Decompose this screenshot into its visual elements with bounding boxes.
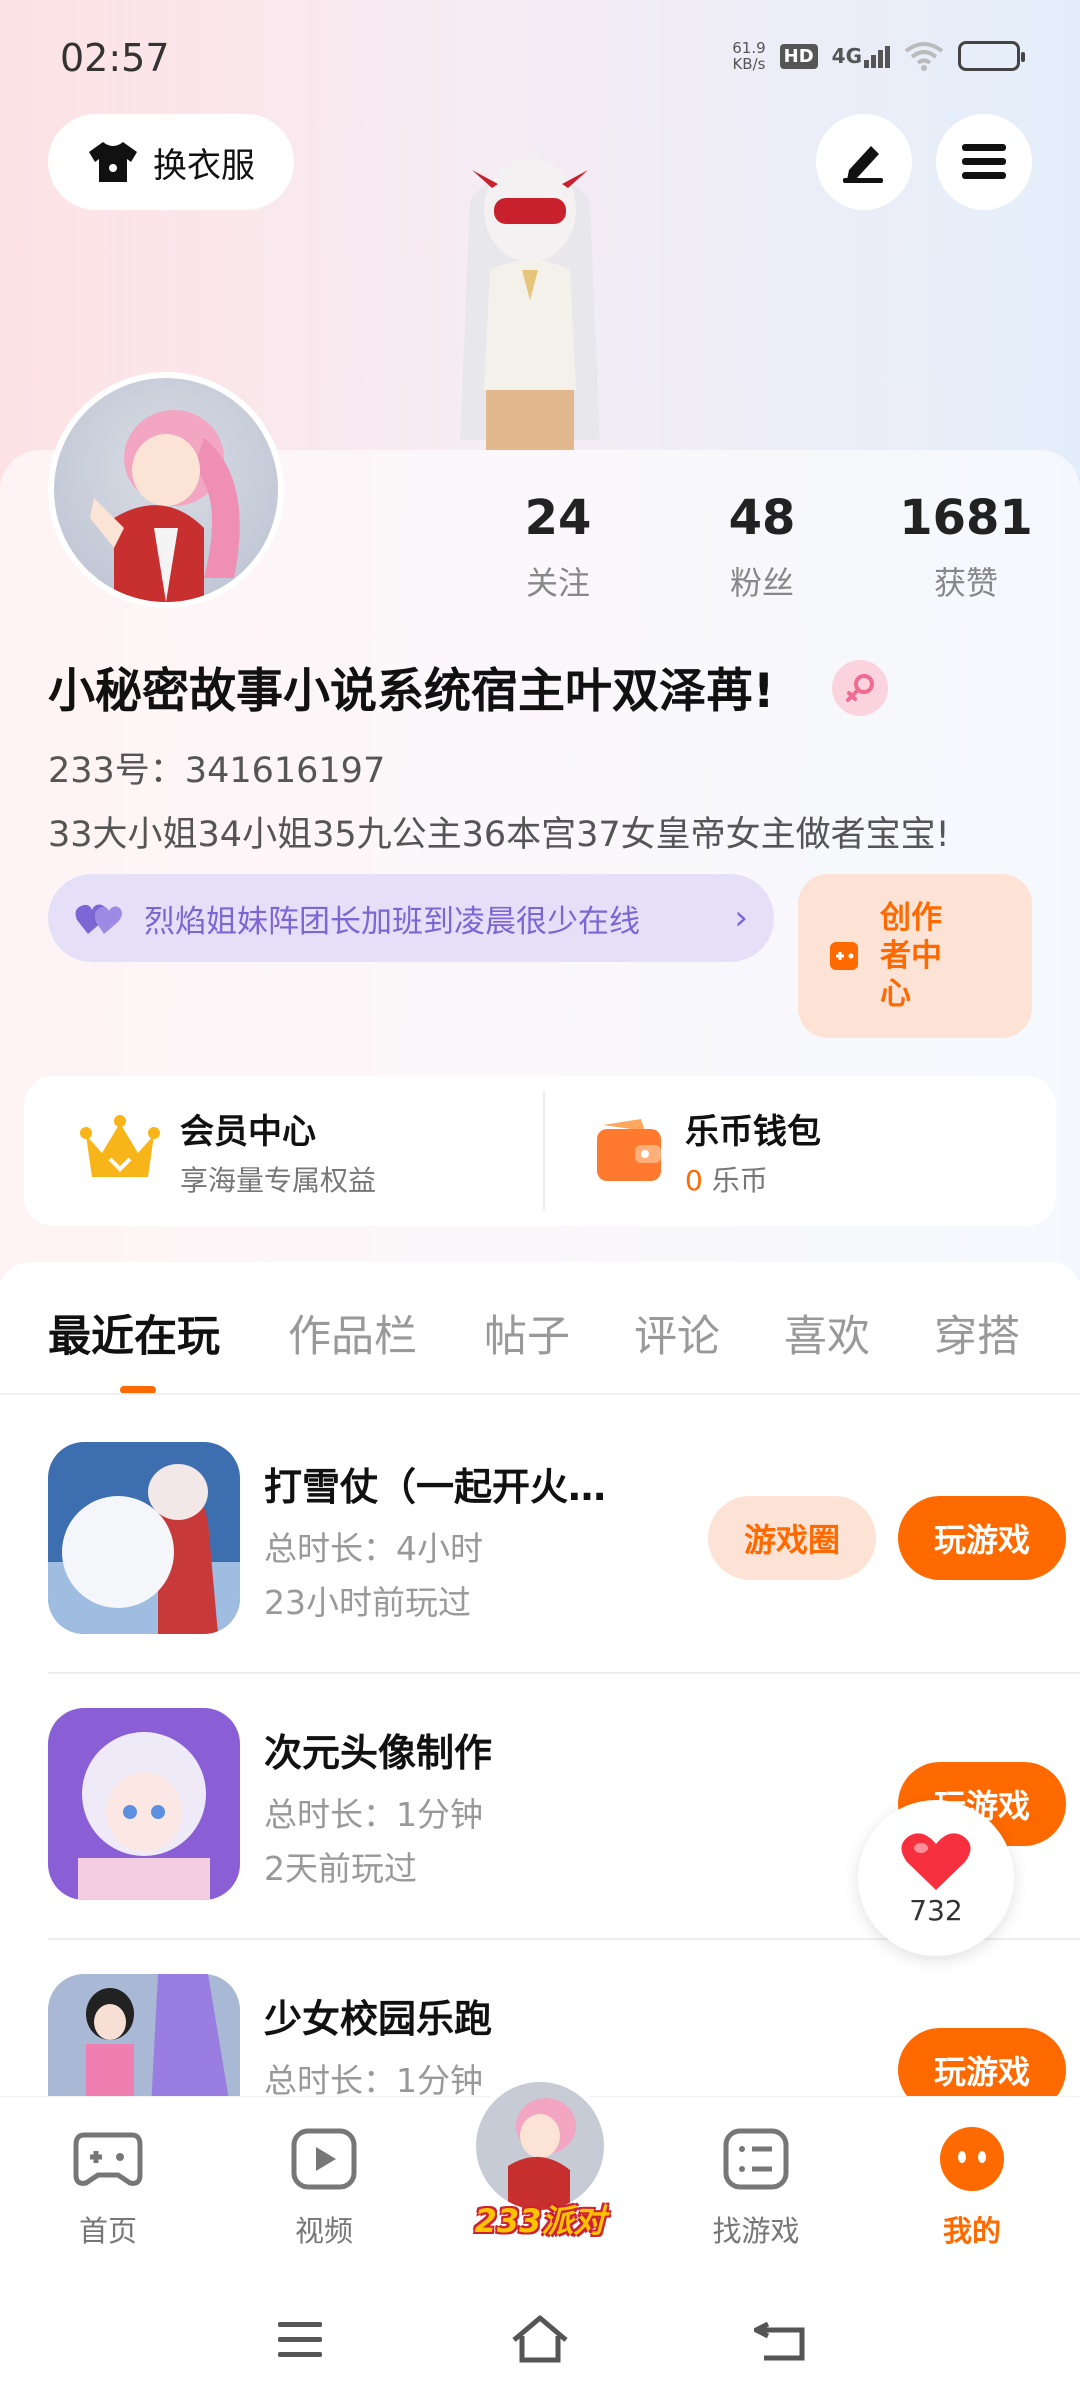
change-outfit-label: 换衣服 bbox=[153, 145, 255, 186]
avatar-character-image bbox=[90, 410, 240, 602]
creator-center-label: 创作者中心 bbox=[880, 900, 942, 1012]
tab-works[interactable]: 作品栏 bbox=[288, 1302, 417, 1364]
team-badge[interactable]: 烈焰姐妹阵团长加班到凌晨很少在线 › bbox=[48, 874, 774, 962]
following-count: 24 bbox=[524, 490, 592, 546]
menu-button[interactable] bbox=[936, 114, 1032, 210]
fans-label: 粉丝 bbox=[729, 564, 794, 602]
user-avatar[interactable] bbox=[48, 372, 284, 608]
video-play-icon bbox=[291, 2128, 357, 2190]
member-center-entry[interactable]: 会员中心 享海量专属权益 bbox=[24, 1076, 543, 1226]
nav-home-label: 首页 bbox=[78, 2214, 137, 2248]
net-speed-value: 61.9 bbox=[732, 39, 766, 57]
tab-outfits[interactable]: 穿搭 bbox=[934, 1302, 1020, 1364]
wallet-title: 乐币钱包 bbox=[685, 1111, 821, 1152]
list-item[interactable]: 打雪仗（一起开火… 总时长：4小时 23小时前玩过 游戏圈 玩游戏 bbox=[48, 1442, 1066, 1634]
stat-likes[interactable]: 1681 获赞 bbox=[886, 490, 1046, 604]
user-id: 233号：341616197 bbox=[48, 751, 386, 791]
stat-fans[interactable]: 48 粉丝 bbox=[682, 490, 842, 604]
wallet-balance: 0 乐币 bbox=[685, 1159, 821, 1199]
home-icon[interactable] bbox=[510, 2314, 570, 2364]
tab-comments[interactable]: 评论 bbox=[634, 1302, 720, 1364]
profile-face-icon bbox=[940, 2127, 1004, 2191]
user-nickname: 小秘密故事小说系统宿主叶双泽苒! bbox=[48, 664, 775, 719]
heart-icon bbox=[901, 1832, 971, 1890]
profile-tabs: 最近在玩 作品栏 帖子 评论 喜欢 穿搭 bbox=[0, 1262, 1080, 1394]
wallet-amount: 0 bbox=[685, 1163, 703, 1197]
battery-icon bbox=[958, 41, 1025, 71]
list-icon bbox=[723, 2128, 789, 2190]
game-name: 少女校园乐跑 bbox=[264, 1997, 493, 2041]
game-circle-button[interactable]: 游戏圈 bbox=[708, 1496, 876, 1580]
team-label: 烈焰姐妹阵团长加班到凌晨很少在线 bbox=[144, 903, 640, 940]
stat-following[interactable]: 24 关注 bbox=[478, 490, 638, 604]
tab-likes[interactable]: 喜欢 bbox=[784, 1302, 870, 1364]
tab-recently-played[interactable]: 最近在玩 bbox=[48, 1302, 220, 1364]
game-icon-avatar-maker bbox=[48, 1708, 240, 1900]
member-center-subtitle: 享海量专属权益 bbox=[180, 1163, 377, 1197]
net-speed-unit: KB/s bbox=[732, 55, 766, 73]
chevron-right-icon: › bbox=[734, 898, 748, 938]
pencil-icon bbox=[843, 146, 883, 183]
following-label: 关注 bbox=[525, 564, 590, 602]
play-game-button[interactable]: 玩游戏 bbox=[898, 1496, 1066, 1580]
edit-profile-button[interactable] bbox=[816, 114, 912, 210]
nav-video-label: 视频 bbox=[294, 2214, 353, 2248]
nav-home[interactable]: 首页 bbox=[38, 2125, 178, 2250]
fans-count: 48 bbox=[728, 490, 796, 546]
nav-mine-label: 我的 bbox=[942, 2214, 1001, 2248]
likes-label: 获赞 bbox=[933, 564, 998, 602]
network-type: 4G bbox=[831, 44, 862, 68]
tabs-divider bbox=[0, 1393, 1080, 1395]
game-duration: 总时长：1分钟 bbox=[264, 1795, 483, 1834]
crown-icon bbox=[80, 1115, 160, 1177]
party-label: 233派对 bbox=[474, 2202, 606, 2240]
change-outfit-button[interactable]: 换衣服 bbox=[48, 114, 294, 210]
wallet-entry[interactable]: 乐币钱包 0 乐币 bbox=[545, 1076, 1056, 1226]
recent-apps-icon[interactable] bbox=[276, 2320, 324, 2360]
game-last-played: 23小时前玩过 bbox=[264, 1583, 471, 1622]
creator-center-button[interactable]: 创作者中心 bbox=[798, 874, 1032, 1038]
tshirt-icon bbox=[89, 142, 137, 182]
status-bar: 02:57 61.9 KB/s HD 4G bbox=[0, 0, 1080, 120]
double-heart-icon bbox=[75, 904, 122, 934]
like-count: 732 bbox=[909, 1893, 963, 1927]
female-gender-icon bbox=[832, 660, 888, 716]
nav-find-games[interactable]: 找游戏 bbox=[686, 2125, 826, 2250]
gamepad-icon bbox=[73, 2132, 143, 2186]
party-avatar-button[interactable] bbox=[470, 2076, 610, 2216]
game-duration: 总时长：4小时 bbox=[264, 1529, 483, 1568]
member-center-title: 会员中心 bbox=[180, 1111, 316, 1152]
tab-posts[interactable]: 帖子 bbox=[484, 1302, 570, 1364]
back-icon[interactable] bbox=[754, 2314, 806, 2362]
avatar-3d-character[interactable] bbox=[400, 140, 660, 450]
signal-icon: 4G bbox=[832, 44, 890, 68]
like-button[interactable]: 732 bbox=[858, 1800, 1014, 1956]
game-controller-icon bbox=[830, 942, 858, 970]
wallet-unit: 乐币 bbox=[711, 1163, 768, 1197]
likes-count: 1681 bbox=[899, 490, 1033, 546]
hamburger-menu-icon bbox=[962, 144, 1006, 179]
row-divider bbox=[48, 1672, 1080, 1674]
nav-find-label: 找游戏 bbox=[712, 2214, 800, 2248]
nav-mine[interactable]: 我的 bbox=[902, 2125, 1042, 2250]
game-duration: 总时长：1分钟 bbox=[264, 2061, 483, 2100]
user-bio: 33大小姐34小姐35九公主36本宫37女皇帝女主做者宝宝! bbox=[48, 815, 950, 855]
game-name: 次元头像制作 bbox=[264, 1731, 493, 1775]
wallet-icon bbox=[597, 1119, 661, 1181]
game-name: 打雪仗（一起开火… bbox=[264, 1465, 607, 1509]
game-icon-snowball bbox=[48, 1442, 240, 1634]
hd-badge: HD bbox=[779, 43, 818, 69]
member-wallet-bar: 会员中心 享海量专属权益 乐币钱包 0 乐币 bbox=[24, 1076, 1056, 1226]
game-last-played: 2天前玩过 bbox=[264, 1849, 417, 1888]
nav-video[interactable]: 视频 bbox=[254, 2125, 394, 2250]
party-avatar-image bbox=[508, 2098, 576, 2210]
net-speed: 61.9 KB/s bbox=[732, 40, 765, 72]
status-time: 02:57 bbox=[60, 36, 170, 80]
wifi-icon bbox=[904, 42, 944, 71]
system-nav-bar bbox=[0, 2270, 1080, 2400]
